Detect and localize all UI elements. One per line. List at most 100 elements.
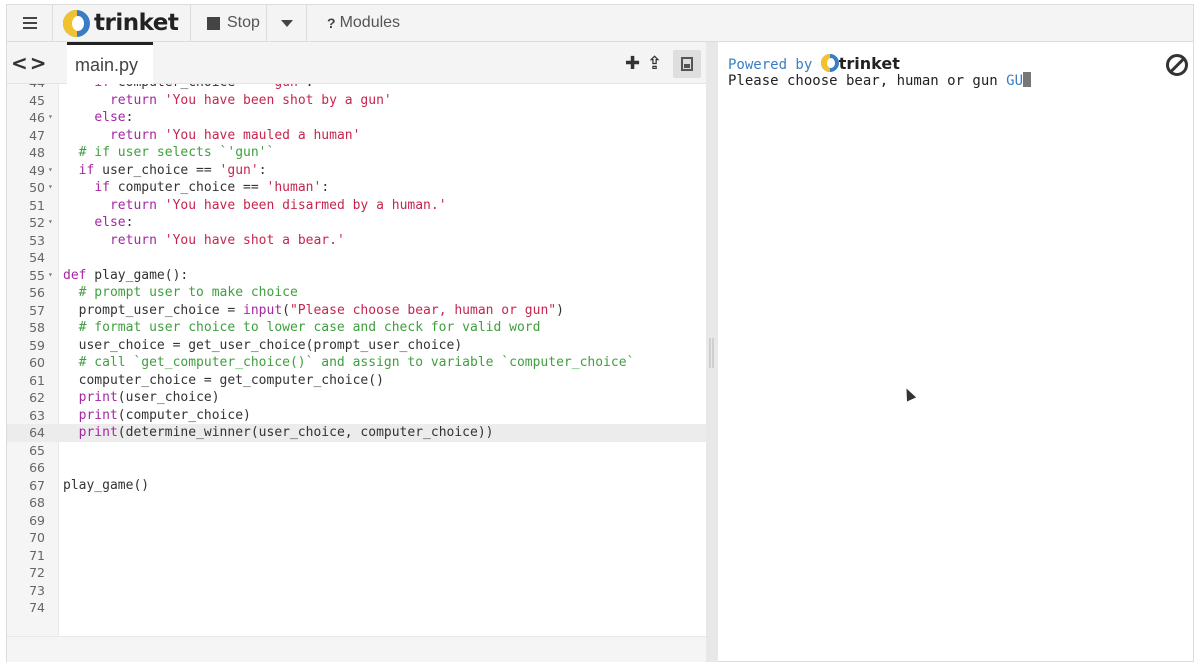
code-line[interactable]: 70 [7,529,707,547]
powered-by-label: Powered by [728,57,813,73]
stop-button[interactable]: Stop [191,5,267,41]
code-line[interactable]: 66 [7,459,707,477]
splitter-grip-icon[interactable] [709,338,714,368]
line-number: 71 [29,547,45,563]
code-line[interactable]: 73 [7,582,707,600]
code-text: # if user selects `'gun'` [78,145,275,160]
code-line[interactable]: 62 print(user_choice) [7,389,707,407]
code-line[interactable]: 63 print(computer_choice) [7,407,707,425]
code-line[interactable]: 46 ▾ else: [7,109,707,127]
code-line[interactable]: 51 return 'You have been disarmed by a h… [7,197,707,215]
code-line[interactable]: 60 # call `get_computer_choice()` and as… [7,354,707,372]
pane-splitter[interactable] [706,42,718,662]
code-text: if computer_choice == 'gun': [63,84,313,92]
code-line[interactable]: 65 [7,442,707,460]
image-button[interactable] [673,50,701,78]
modules-button[interactable]: ? Modules [307,5,400,41]
file-nav-arrows-icon[interactable]: <> [11,51,49,75]
code-text: # call `get_computer_choice()` and assig… [78,355,635,370]
code-text: else: [94,110,134,125]
plus-icon[interactable]: ✚ [625,53,640,74]
console-input[interactable]: GU [1006,73,1023,89]
editor-tabbar: <> main.py ✚ ⇪ [7,42,707,84]
code-line[interactable]: 69 [7,512,707,530]
fold-arrow-icon[interactable]: ▾ [48,108,53,126]
brand-name: trinket [94,10,179,36]
code-text: user_choice = get_user_choice(prompt_use… [63,337,463,353]
code-line[interactable]: 53 return 'You have shot a bear.' [7,232,707,250]
line-number: 58 [29,320,45,335]
code-line[interactable]: 59 user_choice = get_user_choice(prompt_… [7,337,707,355]
line-number: 56 [29,285,45,300]
line-number: 64 [29,425,45,440]
line-number: 52 [29,215,45,230]
code-line[interactable]: 44▾ if computer_choice == 'gun': [7,84,707,92]
code-editor-pane: <> main.py ✚ ⇪ 44▾ if computer_choice ==… [6,42,707,662]
line-number: 69 [29,512,45,528]
code-line[interactable]: 50 ▾ if computer_choice == 'human': [7,179,707,197]
code-text: if computer_choice == 'human': [94,180,330,195]
code-line[interactable]: 48 # if user selects `'gun'` [7,144,707,162]
horizontal-scrollbar[interactable] [7,636,707,662]
code-text: if user_choice == 'gun': [78,162,267,178]
code-line[interactable]: 72 [7,564,707,582]
line-number: 67 [29,477,45,493]
console-output[interactable]: Please choose bear, human or gun GU [728,72,1032,89]
line-number: 74 [29,600,45,615]
upload-icon[interactable]: ⇪ [647,53,662,74]
stop-label: Stop [227,14,260,31]
fold-arrow-icon[interactable]: ▾ [48,178,53,196]
fold-arrow-icon[interactable]: ▾ [48,84,53,91]
code-text: print(user_choice) [78,390,220,405]
line-number: 46 [29,110,45,125]
fold-arrow-icon[interactable]: ▾ [48,161,53,179]
line-number: 55 [29,267,45,283]
line-number: 68 [29,495,45,510]
code-line[interactable]: 45 return 'You have been shot by a gun' [7,92,707,110]
line-number: 48 [29,145,45,160]
code-line[interactable]: 55 ▾ def play_game(): [7,267,707,285]
console-prompt: Please choose bear, human or gun [728,73,1007,89]
code-line[interactable]: 64 print(determine_winner(user_choice, c… [7,424,707,442]
code-line[interactable]: 49 ▾ if user_choice == 'gun': [7,162,707,180]
line-number: 47 [29,127,45,143]
code-line[interactable]: 54 [7,249,707,267]
code-line[interactable]: 57 prompt_user_choice = input("Please ch… [7,302,707,320]
line-number: 57 [29,302,45,318]
code-line[interactable]: 56 # prompt user to make choice [7,284,707,302]
fold-arrow-icon[interactable]: ▾ [48,213,53,231]
code-line[interactable]: 52 ▾ else: [7,214,707,232]
code-line[interactable]: 58 # format user choice to lower case an… [7,319,707,337]
fold-arrow-icon[interactable]: ▾ [48,266,53,284]
code-text: # prompt user to make choice [78,285,298,300]
code-text: play_game() [63,477,150,493]
line-number: 72 [29,565,45,580]
powered-brand: trinket [838,54,900,73]
tab-main-py[interactable]: main.py [67,42,153,84]
code-line[interactable]: 67 play_game() [7,477,707,495]
line-number: 62 [29,390,45,405]
line-number: 45 [29,92,45,108]
code-text: return 'You have been disarmed by a huma… [109,197,447,213]
run-options-dropdown[interactable] [267,5,307,41]
powered-by-banner[interactable]: Powered by trinket [728,54,900,73]
code-line[interactable]: 74 [7,599,707,617]
code-line[interactable]: 68 [7,494,707,512]
code-line[interactable]: 71 [7,547,707,565]
clear-output-icon[interactable] [1166,54,1188,76]
line-number: 66 [29,460,45,475]
image-icon [681,57,693,71]
code-text: return 'You have mauled a human' [109,127,361,143]
modules-label: Modules [339,14,401,31]
code-line[interactable]: 47 return 'You have mauled a human' [7,127,707,145]
menu-button[interactable] [7,5,53,41]
code-area[interactable]: 44▾ if computer_choice == 'gun':45 retur… [7,84,707,636]
code-text: computer_choice = get_computer_choice() [63,372,384,388]
mouse-pointer-icon [901,386,917,402]
chevron-down-icon [280,19,293,27]
code-line[interactable]: 61 computer_choice = get_computer_choice… [7,372,707,390]
trinket-logo[interactable]: trinket [53,5,191,41]
line-number: 44 [7,84,45,92]
line-number: 51 [29,197,45,213]
code-text: def play_game(): [63,267,189,283]
